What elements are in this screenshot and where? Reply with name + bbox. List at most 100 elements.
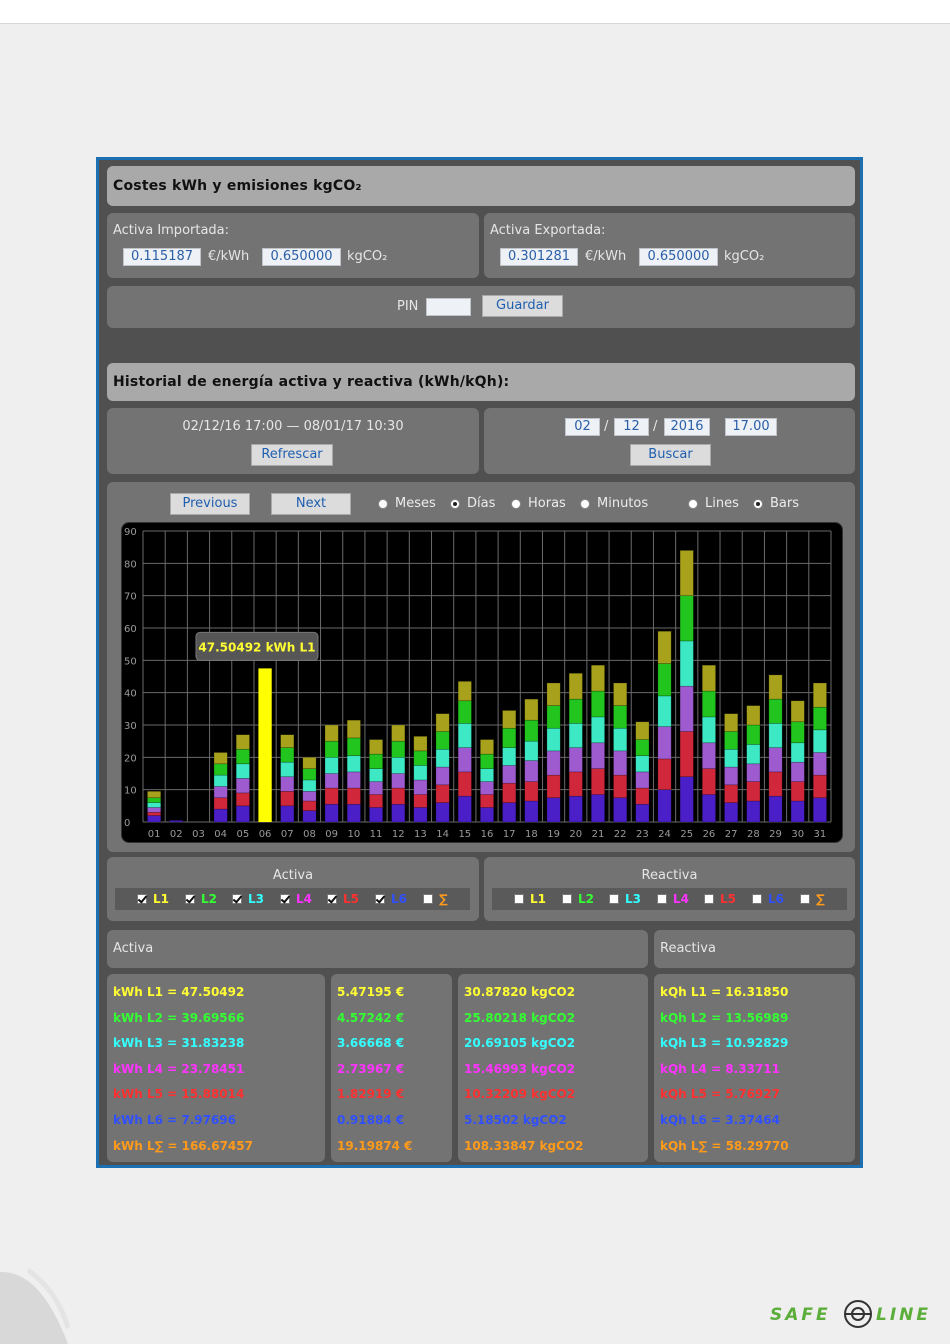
euro-l6-value: 0.91884 € <box>337 1112 405 1127</box>
y-tick-label: 40 <box>124 689 137 700</box>
bar-segment <box>147 802 162 808</box>
bar-segment <box>213 774 228 787</box>
bar-segment <box>369 794 383 808</box>
checkbox-box <box>280 894 290 904</box>
activa-l2-checkbox[interactable]: L2 <box>185 892 217 906</box>
bar-segment <box>812 774 827 799</box>
activa-l1-label: L1 <box>153 892 169 906</box>
bar-segment <box>213 797 228 810</box>
bar-segment <box>457 795 472 823</box>
period-hours-radio[interactable]: Horas <box>511 496 566 511</box>
period-months-radio[interactable]: Meses <box>378 496 436 511</box>
x-tick-label: 13 <box>414 829 427 840</box>
reactiva-l1-checkbox[interactable]: L1 <box>514 892 546 906</box>
checkbox-box <box>375 894 385 904</box>
bar-segment <box>546 797 561 823</box>
bar-segment <box>147 807 162 813</box>
reactiva-l2-label: L2 <box>578 892 594 906</box>
view-bars-radio[interactable]: Bars <box>753 496 799 511</box>
co2-values: 30.87820 kgCO2 25.80218 kgCO2 20.69105 k… <box>464 980 583 1159</box>
day-input[interactable]: 02 <box>565 418 600 436</box>
period-minutes-radio[interactable]: Minutos <box>580 496 648 511</box>
bar-segment <box>635 771 650 789</box>
reactiva-l3-checkbox[interactable]: L3 <box>609 892 641 906</box>
reactiva-l6-checkbox[interactable]: L6 <box>752 892 784 906</box>
bar-segment <box>302 790 317 802</box>
bar-segment <box>169 820 184 823</box>
next-button[interactable]: Next <box>271 493 351 515</box>
activa-l1-checkbox[interactable]: L1 <box>137 892 169 906</box>
kqh-l4-value: kQh L4 = 8.33711 <box>660 1061 780 1076</box>
activa-l3-label: L3 <box>248 892 264 906</box>
bar-segment <box>768 771 783 797</box>
month-input[interactable]: 12 <box>614 418 649 436</box>
reactiva-sum-label: ∑ <box>816 892 825 906</box>
bar-segment <box>613 682 628 706</box>
save-button[interactable]: Guardar <box>482 295 563 317</box>
imported-price-input[interactable]: 0.115187 <box>123 248 201 266</box>
x-tick-label: 27 <box>725 829 738 840</box>
top-bar <box>0 0 950 24</box>
x-tick-label: 20 <box>569 829 582 840</box>
bar-segment <box>391 740 406 758</box>
bar-segment <box>302 757 317 769</box>
bar-segment <box>435 713 450 732</box>
x-tick-label: 11 <box>370 829 383 840</box>
bar-segment <box>546 705 561 729</box>
reactiva-l5-checkbox[interactable]: L5 <box>704 892 736 906</box>
bar-segment <box>790 800 805 823</box>
logo-text-right: LINE <box>876 1305 931 1325</box>
view-lines-label: Lines <box>705 496 739 511</box>
activa-l3-checkbox[interactable]: L3 <box>232 892 264 906</box>
view-lines-radio[interactable]: Lines <box>688 496 739 511</box>
bar-segment <box>235 778 250 794</box>
bar-segment <box>724 802 739 823</box>
imported-co2-input[interactable]: 0.650000 <box>262 248 341 266</box>
bar-segment <box>346 719 361 739</box>
imported-label: Activa Importada: <box>113 223 230 238</box>
pin-input[interactable] <box>426 298 471 316</box>
bar-segment <box>568 723 583 748</box>
checkbox-box <box>423 894 433 904</box>
year-input[interactable]: 2016 <box>664 418 710 436</box>
exported-panel: Activa Exportada: 0.301281 €/kWh 0.65000… <box>484 213 855 278</box>
bar-segment <box>657 663 672 697</box>
radio-dot <box>753 498 763 509</box>
bar-segment <box>391 803 406 823</box>
reactiva-sum-checkbox[interactable]: ∑ <box>800 892 825 906</box>
bar-segment <box>724 731 739 750</box>
co2-column: 30.87820 kgCO2 25.80218 kgCO2 20.69105 k… <box>458 974 648 1162</box>
activa-sum-checkbox[interactable]: ∑ <box>423 892 448 906</box>
bar-segment <box>280 776 295 792</box>
x-tick-label: 03 <box>192 829 205 840</box>
bar-segment <box>657 695 672 727</box>
exported-co2-input[interactable]: 0.650000 <box>639 248 718 266</box>
activa-l6-checkbox[interactable]: L6 <box>375 892 407 906</box>
activa-l5-checkbox[interactable]: L5 <box>327 892 359 906</box>
reactiva-l2-checkbox[interactable]: L2 <box>562 892 594 906</box>
costs-title: Costes kWh y emisiones kgCO₂ <box>113 178 362 194</box>
search-button[interactable]: Buscar <box>630 444 711 466</box>
co2-l2-value: 25.80218 kgCO2 <box>464 1010 576 1025</box>
bar-segment <box>591 716 605 744</box>
refresh-button[interactable]: Refrescar <box>251 444 333 466</box>
co2-l5-value: 10.32209 kgCO2 <box>464 1087 576 1102</box>
bar-segment <box>679 776 694 823</box>
bar-segment <box>724 766 739 786</box>
energy-meter-panel: Costes kWh y emisiones kgCO₂ Activa Impo… <box>96 157 863 1168</box>
euro-l3-value: 3.66668 € <box>337 1036 405 1051</box>
bar-segment <box>591 768 605 795</box>
kwh-l5-value: kWh L5 = 15.88014 <box>113 1087 245 1102</box>
bar-segment <box>280 790 295 807</box>
bar-segment <box>147 797 162 803</box>
pin-label: PIN <box>397 299 419 314</box>
previous-button[interactable]: Previous <box>170 493 250 515</box>
co2-l6-value: 5.18502 kgCO2 <box>464 1112 567 1127</box>
imported-co2-unit: kgCO₂ <box>347 249 388 264</box>
reactiva-l4-checkbox[interactable]: L4 <box>657 892 689 906</box>
activa-l4-checkbox[interactable]: L4 <box>280 892 312 906</box>
exported-price-input[interactable]: 0.301281 <box>500 248 578 266</box>
period-days-radio[interactable]: Días <box>450 496 495 511</box>
bar-segment <box>213 808 228 823</box>
time-input[interactable]: 17.00 <box>725 418 777 436</box>
